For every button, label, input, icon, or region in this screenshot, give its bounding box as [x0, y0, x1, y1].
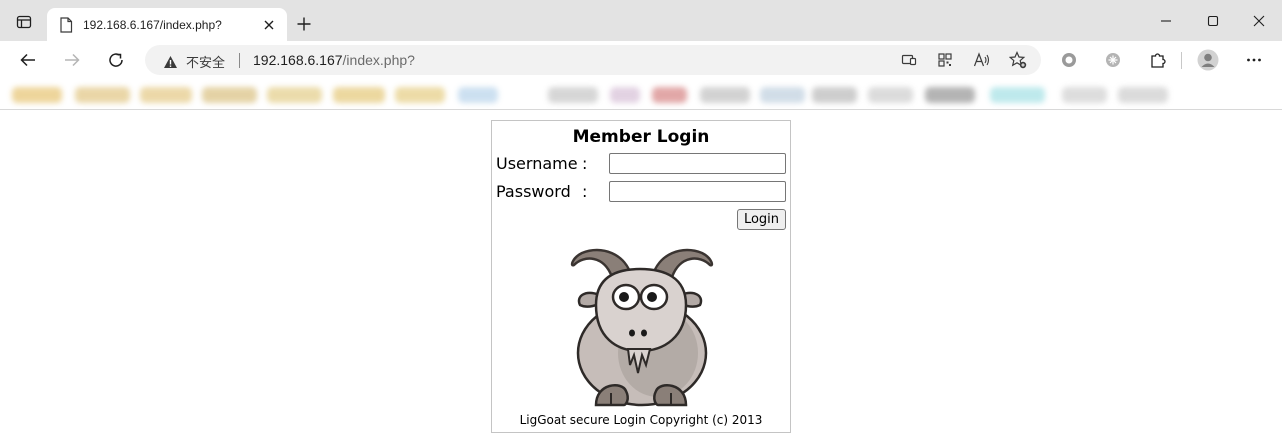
- puzzle-icon: [1151, 53, 1166, 68]
- favorite-item[interactable]: [812, 87, 857, 103]
- browser-tab[interactable]: 192.168.6.167/index.php?: [47, 8, 287, 41]
- favorite-item[interactable]: [140, 87, 192, 103]
- favorite-item[interactable]: [652, 87, 687, 103]
- close-icon: [264, 20, 274, 29]
- favorite-item[interactable]: [868, 87, 913, 103]
- forward-button[interactable]: [57, 45, 87, 75]
- favorite-item[interactable]: [760, 87, 805, 103]
- password-input[interactable]: [609, 181, 786, 202]
- favorite-item[interactable]: [202, 87, 257, 103]
- username-label: Username: [496, 154, 578, 173]
- username-input[interactable]: [609, 153, 786, 174]
- favorite-item[interactable]: [395, 87, 445, 103]
- favorite-item[interactable]: [990, 87, 1045, 103]
- browser-tab-strip: 192.168.6.167/index.php?: [0, 0, 1282, 41]
- page-content: Member Login Username : Password : Login: [0, 111, 1282, 440]
- forward-arrow-icon: [65, 53, 80, 67]
- plus-icon: [297, 17, 311, 31]
- tab-actions-icon: [16, 15, 32, 29]
- favorite-item[interactable]: [12, 87, 62, 103]
- minimize-button[interactable]: [1143, 6, 1189, 36]
- url-path: /index.php?: [342, 52, 415, 68]
- app-available-button[interactable]: [899, 50, 919, 70]
- username-colon: :: [582, 154, 588, 173]
- app-available-icon: [901, 54, 917, 66]
- tab-actions-button[interactable]: [6, 8, 42, 36]
- toolbar-divider: [1181, 52, 1182, 69]
- password-colon: :: [582, 182, 588, 201]
- refresh-button[interactable]: [101, 45, 131, 75]
- more-icon: [1247, 58, 1261, 62]
- site-security-indicator[interactable]: 不安全: [163, 52, 225, 71]
- url-text[interactable]: 192.168.6.167/index.php?: [253, 52, 415, 68]
- maximize-button[interactable]: [1190, 6, 1236, 36]
- extension-2-button[interactable]: [1098, 45, 1128, 75]
- extensions-button[interactable]: [1143, 45, 1173, 75]
- settings-more-button[interactable]: [1239, 45, 1269, 75]
- warning-icon: [164, 55, 177, 68]
- close-icon: [1253, 15, 1265, 27]
- password-label: Password: [496, 182, 571, 201]
- star-add-icon: [1009, 51, 1027, 69]
- login-form: Member Login Username : Password : Login: [491, 120, 791, 433]
- tab-close-button[interactable]: [261, 17, 277, 33]
- back-arrow-icon: [20, 53, 35, 67]
- favorite-item[interactable]: [700, 87, 750, 103]
- favorite-item[interactable]: [75, 87, 130, 103]
- favorite-item[interactable]: [925, 87, 975, 103]
- favorites-bar: [0, 79, 1282, 110]
- extension-1-button[interactable]: [1054, 45, 1084, 75]
- favorite-item[interactable]: [333, 87, 385, 103]
- back-button[interactable]: [13, 45, 43, 75]
- minimize-icon: [1161, 20, 1171, 22]
- read-aloud-button[interactable]: [972, 50, 992, 70]
- new-tab-button[interactable]: [292, 12, 316, 36]
- security-label: 不安全: [186, 55, 226, 70]
- avatar-icon: [1197, 49, 1219, 71]
- favorite-item[interactable]: [548, 87, 598, 103]
- favorite-item[interactable]: [1062, 87, 1107, 103]
- browser-toolbar: 不安全 192.168.6.167/index.php?: [0, 41, 1282, 79]
- favorite-item[interactable]: [1118, 87, 1168, 103]
- url-host: 192.168.6.167: [253, 52, 343, 68]
- favorite-item[interactable]: [610, 87, 640, 103]
- circle-icon: [1062, 53, 1076, 67]
- favorite-item[interactable]: [267, 87, 322, 103]
- tab-title: 192.168.6.167/index.php?: [83, 17, 222, 32]
- copyright-text: LigGoat secure Login Copyright (c) 2013: [519, 413, 763, 427]
- maximize-icon: [1207, 15, 1219, 27]
- login-title: Member Login: [572, 127, 710, 147]
- read-aloud-icon: [973, 52, 990, 67]
- refresh-icon: [109, 53, 123, 67]
- profile-button[interactable]: [1193, 45, 1223, 75]
- extension-badge-icon: [1106, 53, 1120, 67]
- qr-code-button[interactable]: [935, 50, 955, 70]
- qr-code-icon: [938, 53, 952, 67]
- address-bar[interactable]: 不安全 192.168.6.167/index.php?: [145, 45, 1041, 75]
- window-close-button[interactable]: [1236, 6, 1282, 36]
- goat-logo: [570, 248, 714, 407]
- favorite-item[interactable]: [458, 87, 498, 103]
- goat-head: [594, 267, 688, 353]
- add-favorite-button[interactable]: [1008, 50, 1028, 70]
- page-icon: [60, 16, 73, 33]
- login-button[interactable]: Login: [737, 209, 786, 230]
- address-divider: [239, 53, 240, 68]
